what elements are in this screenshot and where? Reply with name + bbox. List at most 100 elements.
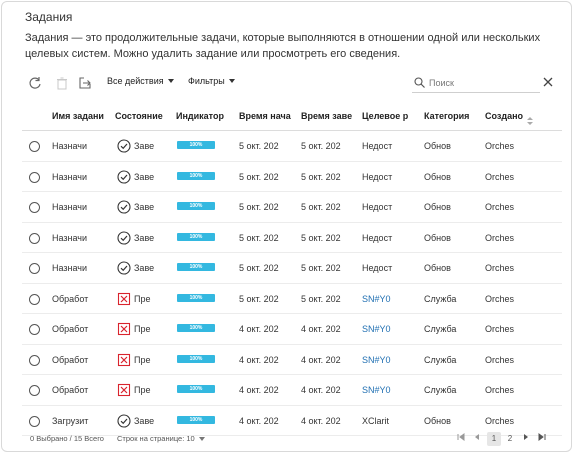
- job-start-time: 4 окт. 202: [239, 385, 279, 395]
- progress-bar: 100%: [177, 202, 215, 210]
- progress-bar: 100%: [177, 293, 215, 302]
- job-status: Пре: [134, 324, 151, 334]
- job-created-by: Orches: [485, 385, 515, 395]
- job-category: Служба: [424, 293, 457, 304]
- job-end-time: 5 окт. 202: [301, 141, 341, 151]
- job-target[interactable]: SN#Y0: [362, 345, 402, 375]
- job-created-by: Orches: [485, 232, 515, 243]
- job-category: Обнов: [424, 202, 451, 212]
- job-status: Заве: [134, 171, 155, 182]
- table-row[interactable]: Обработ Пре 100% 5 окт. 202 5 окт. 202 SN#Y0 С…: [22, 284, 562, 314]
- job-name[interactable]: Назначи: [52, 253, 92, 283]
- progress-bar: 100%: [177, 263, 215, 271]
- job-start-time: 5 окт. 202: [239, 171, 279, 182]
- job-end-time: 5 окт. 202: [301, 293, 341, 304]
- last-page-icon[interactable]: [536, 432, 548, 446]
- table-row[interactable]: Назначи Заве 100% 5 окт. 202 5 окт. 202 Недос…: [22, 223, 562, 253]
- row-select-radio[interactable]: [29, 415, 40, 427]
- job-name[interactable]: Назначи: [52, 192, 92, 222]
- row-select-radio[interactable]: [29, 354, 40, 366]
- job-end-time: 5 окт. 202: [301, 232, 341, 243]
- job-category: Служба: [424, 385, 457, 395]
- export-icon[interactable]: [77, 75, 93, 91]
- job-created-by: Orches: [485, 171, 515, 182]
- column-header-category[interactable]: Категория: [424, 102, 482, 130]
- row-select-radio[interactable]: [29, 232, 40, 244]
- next-page-icon[interactable]: [520, 432, 532, 446]
- sort-icon[interactable]: [527, 112, 533, 130]
- progress-bar: 100%: [177, 354, 215, 363]
- chevron-down-icon: [198, 436, 205, 441]
- table-row[interactable]: Назначи Заве 100% 5 окт. 202 5 окт. 202 Недос…: [22, 131, 562, 162]
- prev-page-icon[interactable]: [471, 432, 483, 446]
- job-status: Заве: [134, 232, 155, 243]
- job-name[interactable]: Назначи: [52, 131, 92, 161]
- job-name[interactable]: Обработ: [52, 284, 92, 314]
- job-target[interactable]: SN#Y0: [362, 314, 402, 344]
- job-category: Обнов: [424, 171, 451, 182]
- job-start-time: 5 окт. 202: [239, 293, 279, 304]
- row-select-radio[interactable]: [29, 263, 40, 274]
- job-created-by: Orches: [485, 141, 515, 151]
- column-header-created[interactable]: Создано: [485, 102, 533, 130]
- column-header-target[interactable]: Целевое р: [362, 102, 409, 130]
- job-created-by: Orches: [485, 324, 515, 334]
- table-row[interactable]: Назначи Заве 100% 5 окт. 202 5 окт. 202 Недос…: [22, 192, 562, 223]
- search-input[interactable]: [429, 77, 529, 88]
- job-target[interactable]: SN#Y0: [362, 375, 402, 405]
- rows-per-page-select[interactable]: Строк на странице: 10: [117, 434, 205, 443]
- close-icon[interactable]: [542, 75, 556, 89]
- all-actions-menu[interactable]: Все действия: [107, 76, 174, 86]
- chevron-down-icon: [167, 79, 174, 83]
- check-circle-icon: [117, 261, 131, 275]
- job-start-time: 5 окт. 202: [239, 232, 279, 243]
- page-2-button[interactable]: 2: [503, 432, 517, 446]
- job-name[interactable]: Обработ: [52, 375, 92, 405]
- job-target: Недост: [362, 171, 393, 182]
- column-header-end-time[interactable]: Время заве: [301, 102, 353, 130]
- job-name[interactable]: Загрузит: [52, 406, 92, 436]
- job-target[interactable]: SN#Y0: [362, 284, 402, 314]
- progress-bar: 100%: [177, 232, 215, 241]
- row-select-radio[interactable]: [29, 171, 40, 183]
- check-circle-icon: [117, 200, 131, 214]
- first-page-icon[interactable]: [455, 432, 467, 446]
- table-row[interactable]: Обработ Пре 100% 4 окт. 202 4 окт. 202 SN#Y0 С…: [22, 375, 562, 406]
- table-row[interactable]: Назначи Заве 100% 5 окт. 202 5 окт. 202 Недос…: [22, 253, 562, 284]
- job-name[interactable]: Обработ: [52, 314, 92, 344]
- table-row[interactable]: Обработ Пре 100% 4 окт. 202 4 окт. 202 SN#Y0 С…: [22, 345, 562, 375]
- column-header-status[interactable]: Состояние: [115, 102, 173, 130]
- job-target: Недост: [362, 263, 393, 273]
- job-name[interactable]: Назначи: [52, 223, 92, 253]
- filters-menu[interactable]: Фильтры: [188, 76, 235, 86]
- table-row[interactable]: Обработ Пре 100% 4 окт. 202 4 окт. 202 SN#Y0 С…: [22, 314, 562, 345]
- delete-icon[interactable]: [54, 75, 70, 91]
- job-created-by: Orches: [485, 415, 515, 426]
- row-select-radio[interactable]: [29, 324, 40, 335]
- page-1-button[interactable]: 1: [487, 432, 501, 446]
- refresh-icon[interactable]: [27, 75, 43, 91]
- job-category: Обнов: [424, 141, 451, 151]
- toolbar: Все действия Фильтры: [22, 72, 562, 94]
- page-description: Задания — это продолжительные задачи, ко…: [25, 32, 541, 60]
- row-select-radio[interactable]: [29, 385, 40, 396]
- table-row[interactable]: Назначи Заве 100% 5 окт. 202 5 окт. 202 Недос…: [22, 162, 562, 192]
- row-select-radio[interactable]: [29, 293, 40, 305]
- jobs-panel: Задания Задания — это продолжительные за…: [1, 1, 572, 452]
- job-status: Заве: [134, 415, 155, 426]
- job-start-time: 5 окт. 202: [239, 263, 279, 273]
- column-header-name[interactable]: Имя задани: [52, 102, 104, 130]
- row-select-radio[interactable]: [29, 141, 40, 152]
- page-title: Задания: [25, 10, 73, 24]
- job-end-time: 4 окт. 202: [301, 385, 341, 395]
- job-name[interactable]: Обработ: [52, 345, 92, 375]
- row-select-radio[interactable]: [29, 202, 40, 213]
- job-name[interactable]: Назначи: [52, 162, 92, 192]
- column-header-start-time[interactable]: Время нача: [239, 102, 294, 130]
- all-actions-label: Все действия: [107, 76, 164, 86]
- job-status: Заве: [134, 141, 155, 151]
- column-header-progress[interactable]: Индикатор: [176, 102, 232, 130]
- job-target: XClarit: [362, 415, 390, 426]
- check-circle-icon: [117, 413, 131, 428]
- job-category: Служба: [424, 354, 457, 365]
